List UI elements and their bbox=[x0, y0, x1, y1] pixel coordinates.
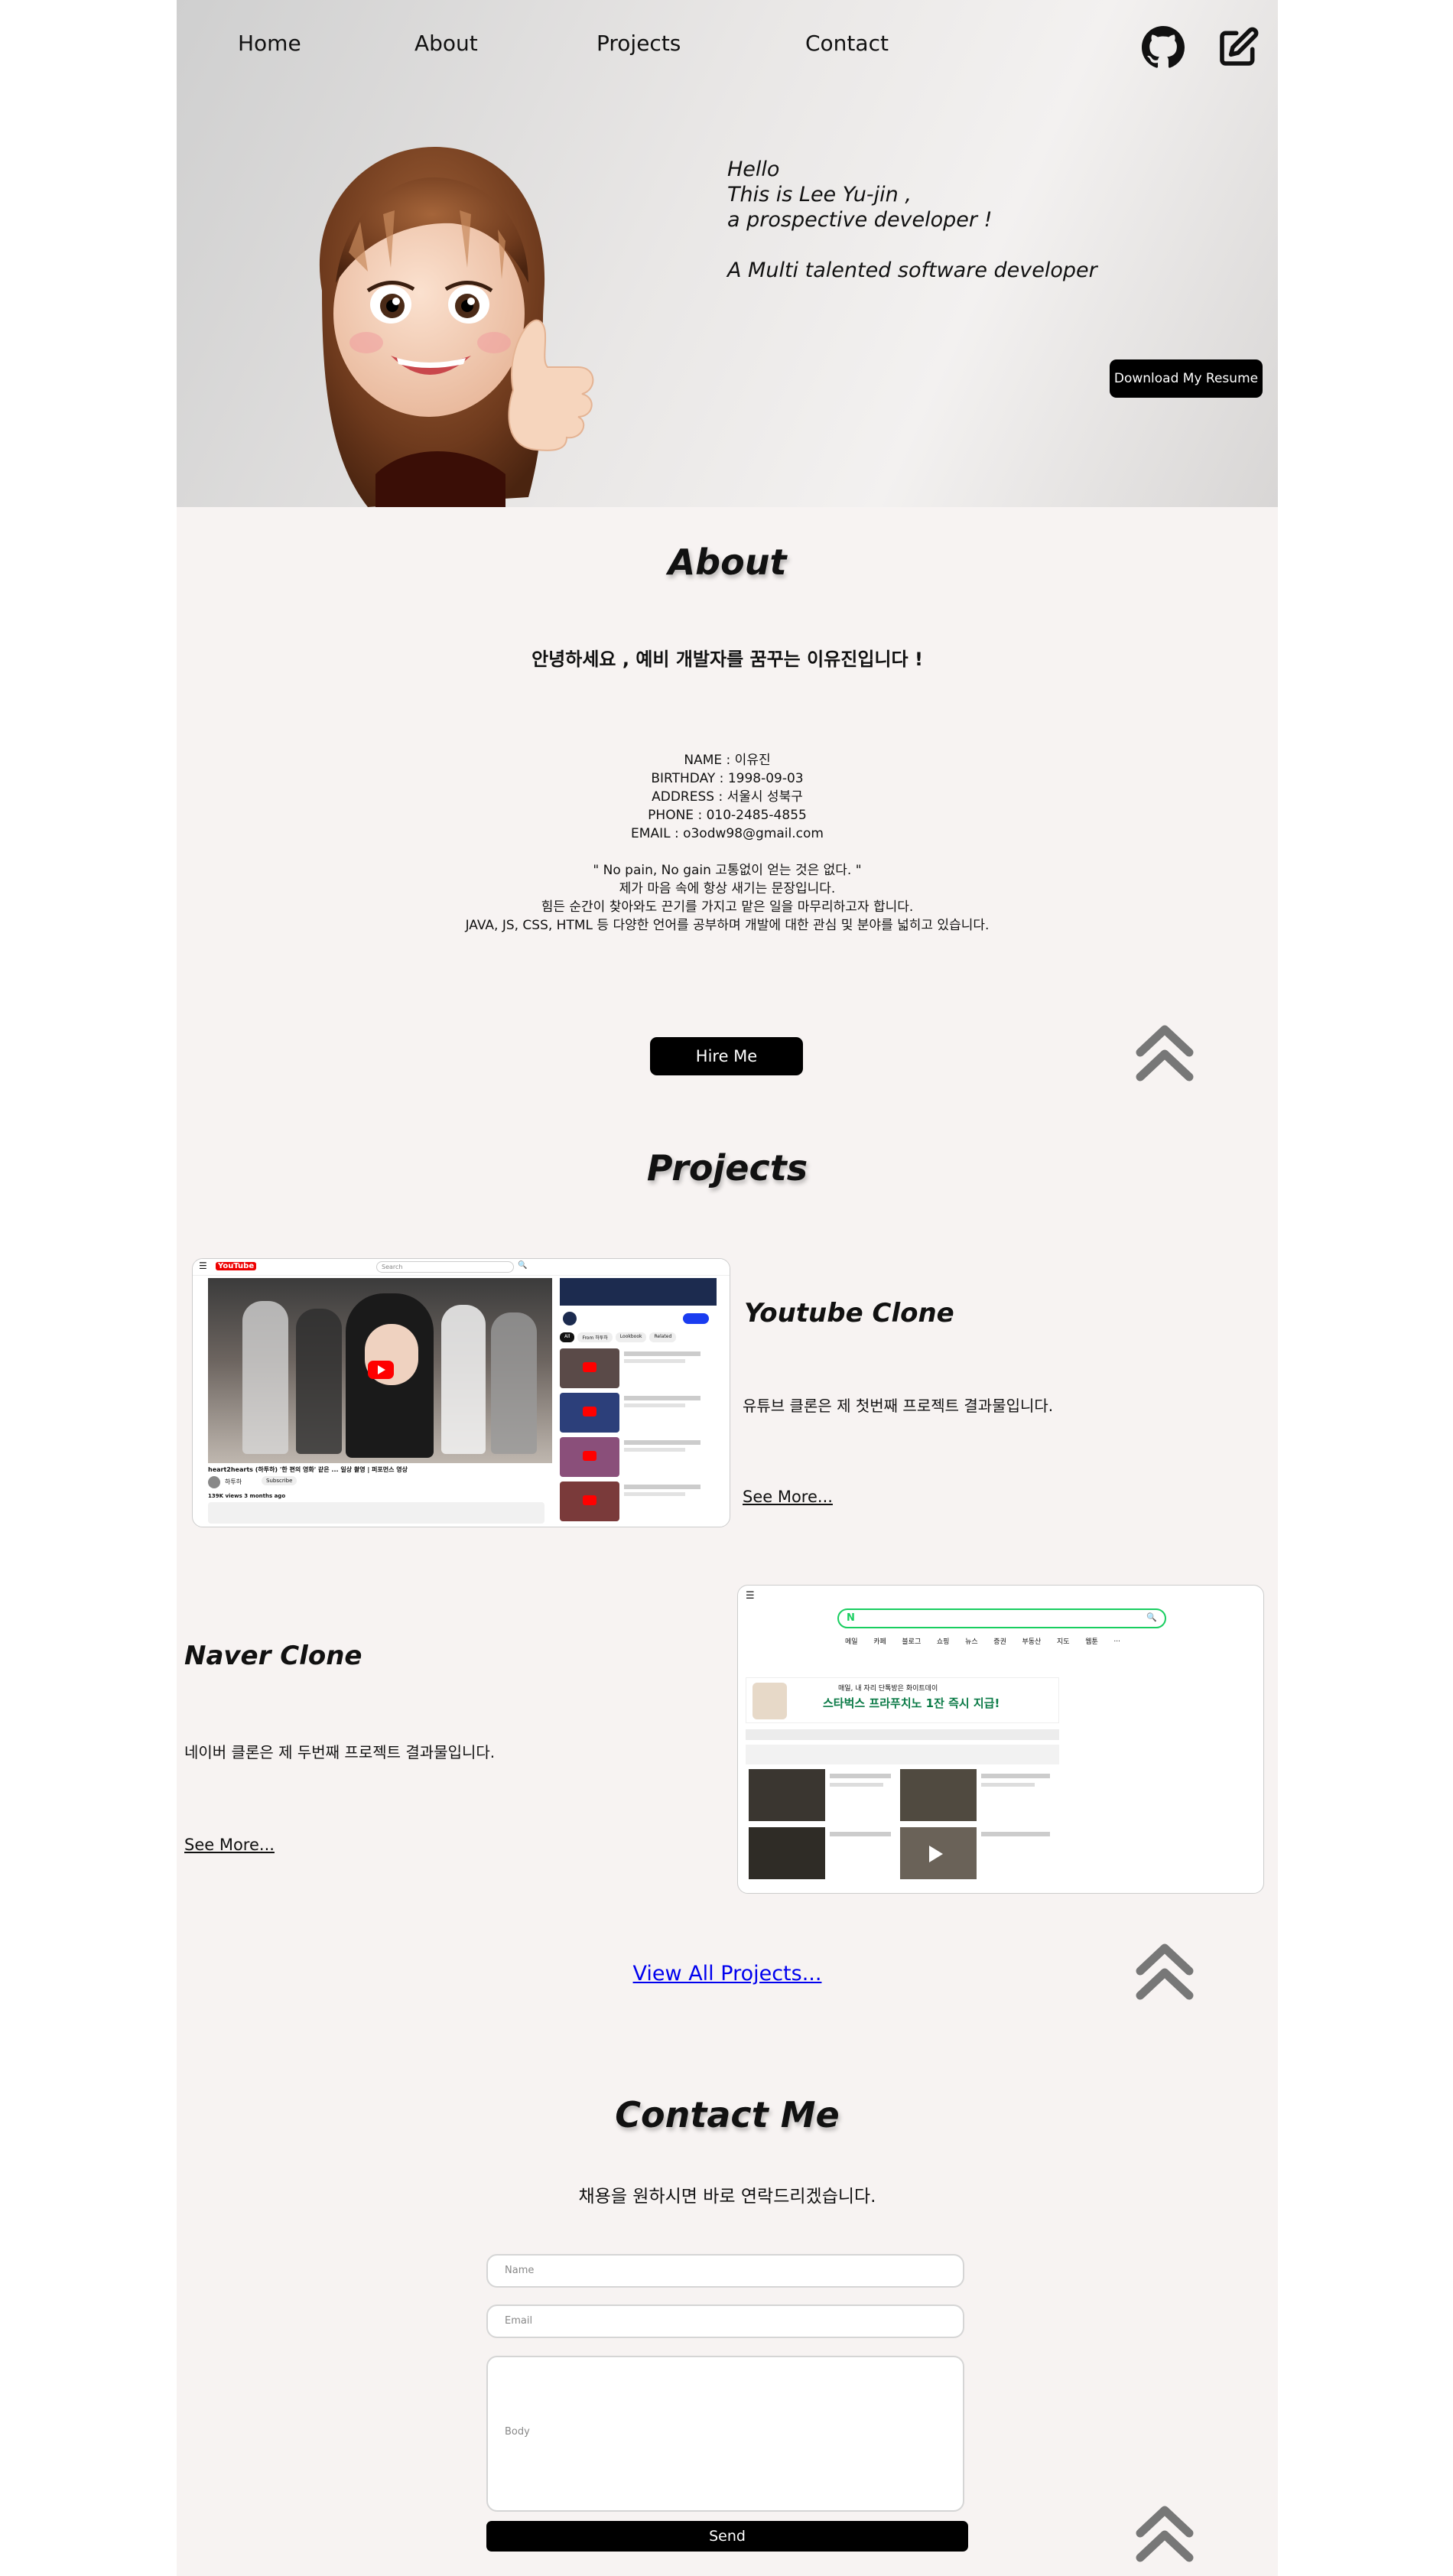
about-email: EMAIL : o3odw98@gmail.com bbox=[631, 826, 824, 841]
chip-from[interactable]: From 하투하 bbox=[577, 1332, 613, 1342]
download-resume-button[interactable]: Download My Resume bbox=[1110, 359, 1263, 398]
name-field[interactable]: Name bbox=[486, 2254, 964, 2288]
nav-about[interactable]: About bbox=[414, 31, 478, 56]
youtube-clone-preview[interactable]: ☰ YouTube Search 🔍 heart2hearts (하투하) '한… bbox=[192, 1258, 730, 1527]
chip-related[interactable]: Related bbox=[649, 1332, 677, 1342]
about-title: About bbox=[668, 542, 787, 583]
about-greeting: 안녕하세요 , 예비 개발자를 꿈꾸는 이유진입니다 ! bbox=[531, 649, 923, 670]
menu-icon[interactable]: ☰ bbox=[746, 1590, 755, 1602]
naver-news-thumb[interactable] bbox=[900, 1769, 977, 1821]
yt-chip-bar: All From 하투하 Lookbook Related bbox=[560, 1332, 677, 1342]
service-blog[interactable]: 블로그 bbox=[902, 1636, 921, 1646]
service-map[interactable]: 지도 bbox=[1057, 1636, 1070, 1646]
yt-search-input[interactable]: Search bbox=[376, 1261, 514, 1273]
yt-video-title: heart2hearts (하투하) '한 편의 영화' 같은 ... 일상 촬… bbox=[208, 1466, 408, 1473]
nav-contact[interactable]: Contact bbox=[805, 31, 889, 56]
menu-icon[interactable]: ☰ bbox=[199, 1260, 207, 1271]
yt-subscribe-button[interactable]: Subscribe bbox=[262, 1476, 297, 1485]
search-icon[interactable]: 🔍 bbox=[518, 1261, 527, 1270]
edit-icon[interactable] bbox=[1217, 26, 1260, 69]
yt-topbar: ☰ YouTube Search 🔍 bbox=[193, 1259, 730, 1276]
email-field[interactable]: Email bbox=[486, 2304, 964, 2338]
hero-line-hello: Hello bbox=[727, 158, 780, 181]
contact-title: Contact Me bbox=[615, 2094, 840, 2135]
youtube-see-more-link[interactable]: See More... bbox=[743, 1488, 833, 1506]
yt-video-player[interactable] bbox=[208, 1278, 552, 1463]
yt-channel-name: 하투하 bbox=[225, 1478, 242, 1485]
projects-title: Projects bbox=[646, 1147, 808, 1189]
avatar bbox=[208, 1476, 220, 1488]
naver-news-thumb[interactable] bbox=[749, 1769, 825, 1821]
hero-line-name: This is Lee Yu-jin , bbox=[727, 183, 912, 207]
page: Home About Projects Contact Hello This i… bbox=[177, 0, 1278, 2576]
list-item[interactable] bbox=[560, 1480, 728, 1524]
yt-recommended-list bbox=[560, 1347, 728, 1524]
scroll-top-icon[interactable] bbox=[1134, 1939, 1195, 2003]
about-motto-3: JAVA, JS, CSS, HTML 등 다양한 언어를 공부하며 개발에 대… bbox=[465, 918, 990, 933]
list-item[interactable] bbox=[560, 1391, 728, 1436]
naver-logo: N bbox=[847, 1612, 855, 1624]
play-icon[interactable] bbox=[929, 1846, 943, 1862]
top-nav: Home About Projects Contact bbox=[177, 31, 1278, 64]
chip-lookbook[interactable]: Lookbook bbox=[615, 1332, 647, 1342]
yt-ad-banner[interactable] bbox=[560, 1278, 717, 1306]
naver-news-tabs bbox=[746, 1745, 1059, 1764]
service-realestate[interactable]: 부동산 bbox=[1022, 1636, 1042, 1646]
hero-line-role: a prospective developer ! bbox=[727, 208, 993, 232]
hero-intro: Hello This is Lee Yu-jin , a prospective… bbox=[727, 157, 1217, 283]
about-address: ADDRESS : 서울시 성북구 bbox=[652, 789, 803, 805]
about-quote: " No pain, No gain 고통없이 얻는 것은 없다. " bbox=[593, 863, 862, 878]
view-all-projects-link[interactable]: View All Projects... bbox=[177, 1962, 1278, 1986]
naver-see-more-link[interactable]: See More... bbox=[184, 1836, 275, 1854]
naver-news-bar bbox=[746, 1729, 1059, 1740]
service-mail[interactable]: 메일 bbox=[845, 1636, 858, 1646]
service-stock[interactable]: 증권 bbox=[993, 1636, 1006, 1646]
naver-news-thumb[interactable] bbox=[900, 1827, 977, 1879]
about-birthday: BIRTHDAY : 1998-09-03 bbox=[651, 771, 804, 786]
about-phone: PHONE : 010-2485-4855 bbox=[648, 808, 807, 823]
nav-home[interactable]: Home bbox=[238, 31, 301, 56]
service-news[interactable]: 뉴스 bbox=[965, 1636, 978, 1646]
naver-news-thumb[interactable] bbox=[749, 1827, 825, 1879]
avatar bbox=[319, 146, 594, 507]
about-name: NAME : 이유진 bbox=[684, 753, 771, 768]
naver-service-menu: 메일 카페 블로그 쇼핑 뉴스 증권 부동산 지도 웹툰 ... bbox=[845, 1636, 1120, 1646]
service-webtoon[interactable]: 웹툰 bbox=[1085, 1636, 1098, 1646]
naver-clone-desc: 네이버 클론은 제 두번째 프로젝트 결과물입니다. bbox=[184, 1743, 496, 1761]
youtube-clone-title: Youtube Clone bbox=[744, 1298, 954, 1329]
body-field[interactable]: Body bbox=[486, 2356, 964, 2512]
scroll-top-icon[interactable] bbox=[1134, 2501, 1195, 2565]
contact-subtitle: 채용을 원하시면 바로 연락드리겠습니다. bbox=[578, 2187, 876, 2207]
youtube-clone-desc: 유튜브 클론은 제 첫번째 프로젝트 결과물입니다. bbox=[743, 1397, 1054, 1415]
github-icon[interactable] bbox=[1142, 26, 1185, 69]
about-motto-1: 제가 마음 속에 항상 새기는 문장입니다. bbox=[619, 881, 836, 896]
naver-clone-title: Naver Clone bbox=[184, 1641, 362, 1671]
list-item[interactable] bbox=[560, 1347, 728, 1391]
naver-search-input[interactable]: N 🔍 bbox=[837, 1608, 1166, 1628]
service-more[interactable]: ... bbox=[1113, 1636, 1120, 1646]
send-button[interactable]: Send bbox=[486, 2521, 968, 2552]
search-icon[interactable]: 🔍 bbox=[1146, 1612, 1157, 1622]
service-cafe[interactable]: 카페 bbox=[873, 1636, 886, 1646]
hire-me-button[interactable]: Hire Me bbox=[650, 1037, 803, 1075]
yt-logo[interactable]: YouTube bbox=[216, 1262, 257, 1270]
about-motto-2: 힘든 순간이 찾아와도 끈기를 가지고 맡은 일을 마무리하고자 합니다. bbox=[541, 899, 914, 915]
naver-banner-title: 스타벅스 프라푸치노 1잔 즉시 지급! bbox=[823, 1696, 1000, 1710]
naver-ad-banner[interactable]: 매일, 내 자리 단톡방은 화이트데이 스타벅스 프라푸치노 1잔 즉시 지급! bbox=[746, 1677, 1059, 1723]
hero-line-tagline: A Multi talented software developer bbox=[727, 259, 1097, 282]
about-details: NAME : 이유진 BIRTHDAY : 1998-09-03 ADDRESS… bbox=[177, 751, 1278, 935]
service-shopping[interactable]: 쇼핑 bbox=[937, 1636, 950, 1646]
scroll-top-icon[interactable] bbox=[1134, 1020, 1195, 1085]
play-button[interactable] bbox=[368, 1361, 394, 1379]
naver-clone-preview[interactable]: ☰ N 🔍 메일 카페 블로그 쇼핑 뉴스 증권 부동산 지도 웹툰 ... 매… bbox=[737, 1585, 1264, 1894]
yt-views: 139K views 3 months ago bbox=[208, 1493, 286, 1499]
hero-section: Home About Projects Contact Hello This i… bbox=[177, 0, 1278, 507]
naver-banner-sub: 매일, 내 자리 단톡방은 화이트데이 bbox=[838, 1685, 938, 1693]
yt-channel-card bbox=[560, 1309, 717, 1330]
yt-description bbox=[208, 1502, 544, 1524]
chip-all[interactable]: All bbox=[560, 1332, 575, 1342]
list-item[interactable] bbox=[560, 1436, 728, 1480]
nav-projects[interactable]: Projects bbox=[596, 31, 681, 56]
